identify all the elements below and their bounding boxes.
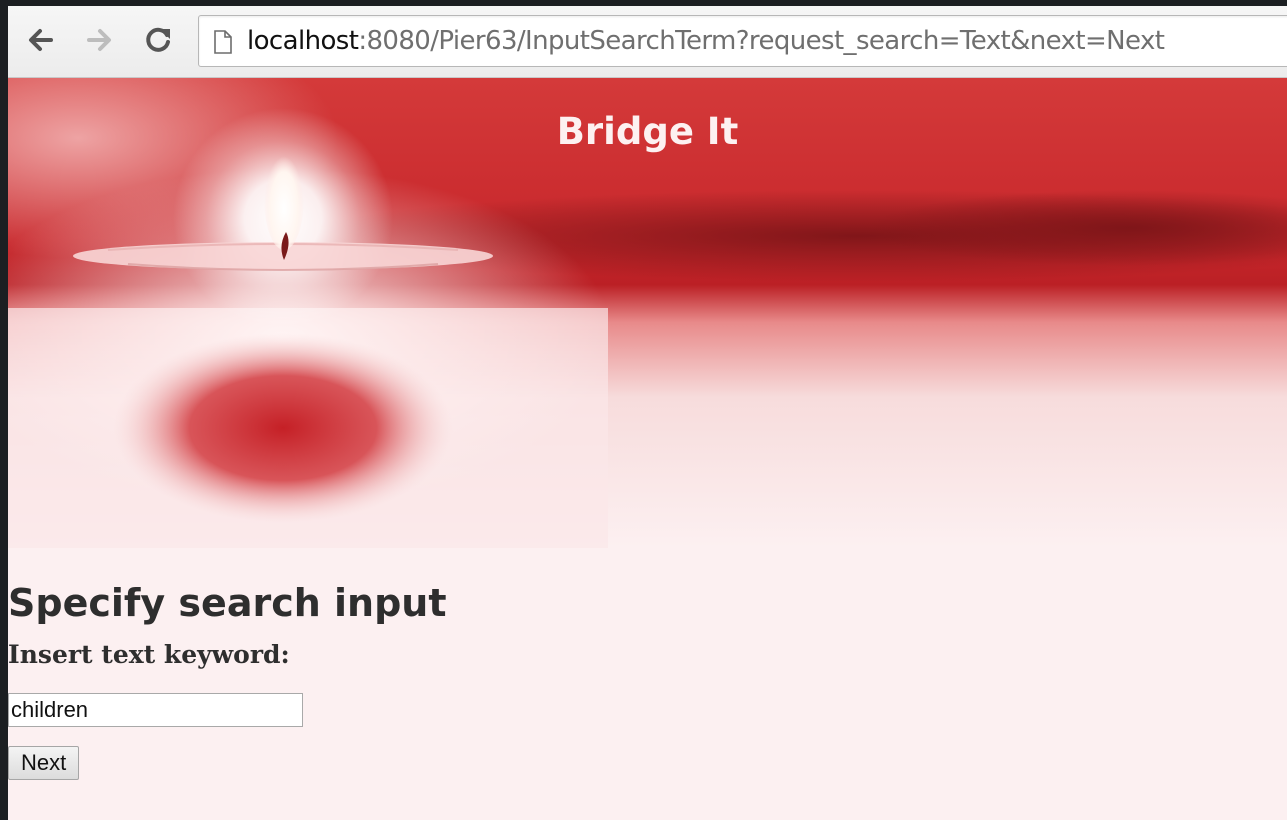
keyword-label: Insert text keyword: [8, 640, 290, 669]
site-title: Bridge It [556, 110, 739, 153]
window-frame-left [0, 0, 8, 820]
arrow-left-icon [29, 29, 53, 51]
page-heading: Specify search input [8, 581, 447, 625]
browser-toolbar: localhost:8080/Pier63/InputSearchTerm?re… [8, 6, 1287, 78]
arrow-right-icon [87, 29, 111, 51]
reload-button[interactable] [140, 22, 176, 58]
url-path: :8080/Pier63/InputSearchTerm?request_sea… [358, 26, 1165, 56]
header-banner: Bridge It [8, 78, 1287, 548]
search-form: Specify search input Insert text keyword… [8, 580, 1287, 780]
address-bar[interactable]: localhost:8080/Pier63/InputSearchTerm?re… [198, 15, 1287, 67]
keyword-input[interactable] [8, 693, 303, 727]
page-viewport: Bridge It Specify search input Insert te… [8, 78, 1287, 820]
forward-button[interactable] [82, 22, 118, 58]
page-icon [214, 30, 232, 54]
next-button[interactable]: Next [8, 746, 80, 780]
url-text: localhost:8080/Pier63/InputSearchTerm?re… [247, 25, 1165, 57]
back-button[interactable] [22, 22, 58, 58]
url-host: localhost [247, 26, 359, 56]
reload-icon [146, 27, 170, 52]
